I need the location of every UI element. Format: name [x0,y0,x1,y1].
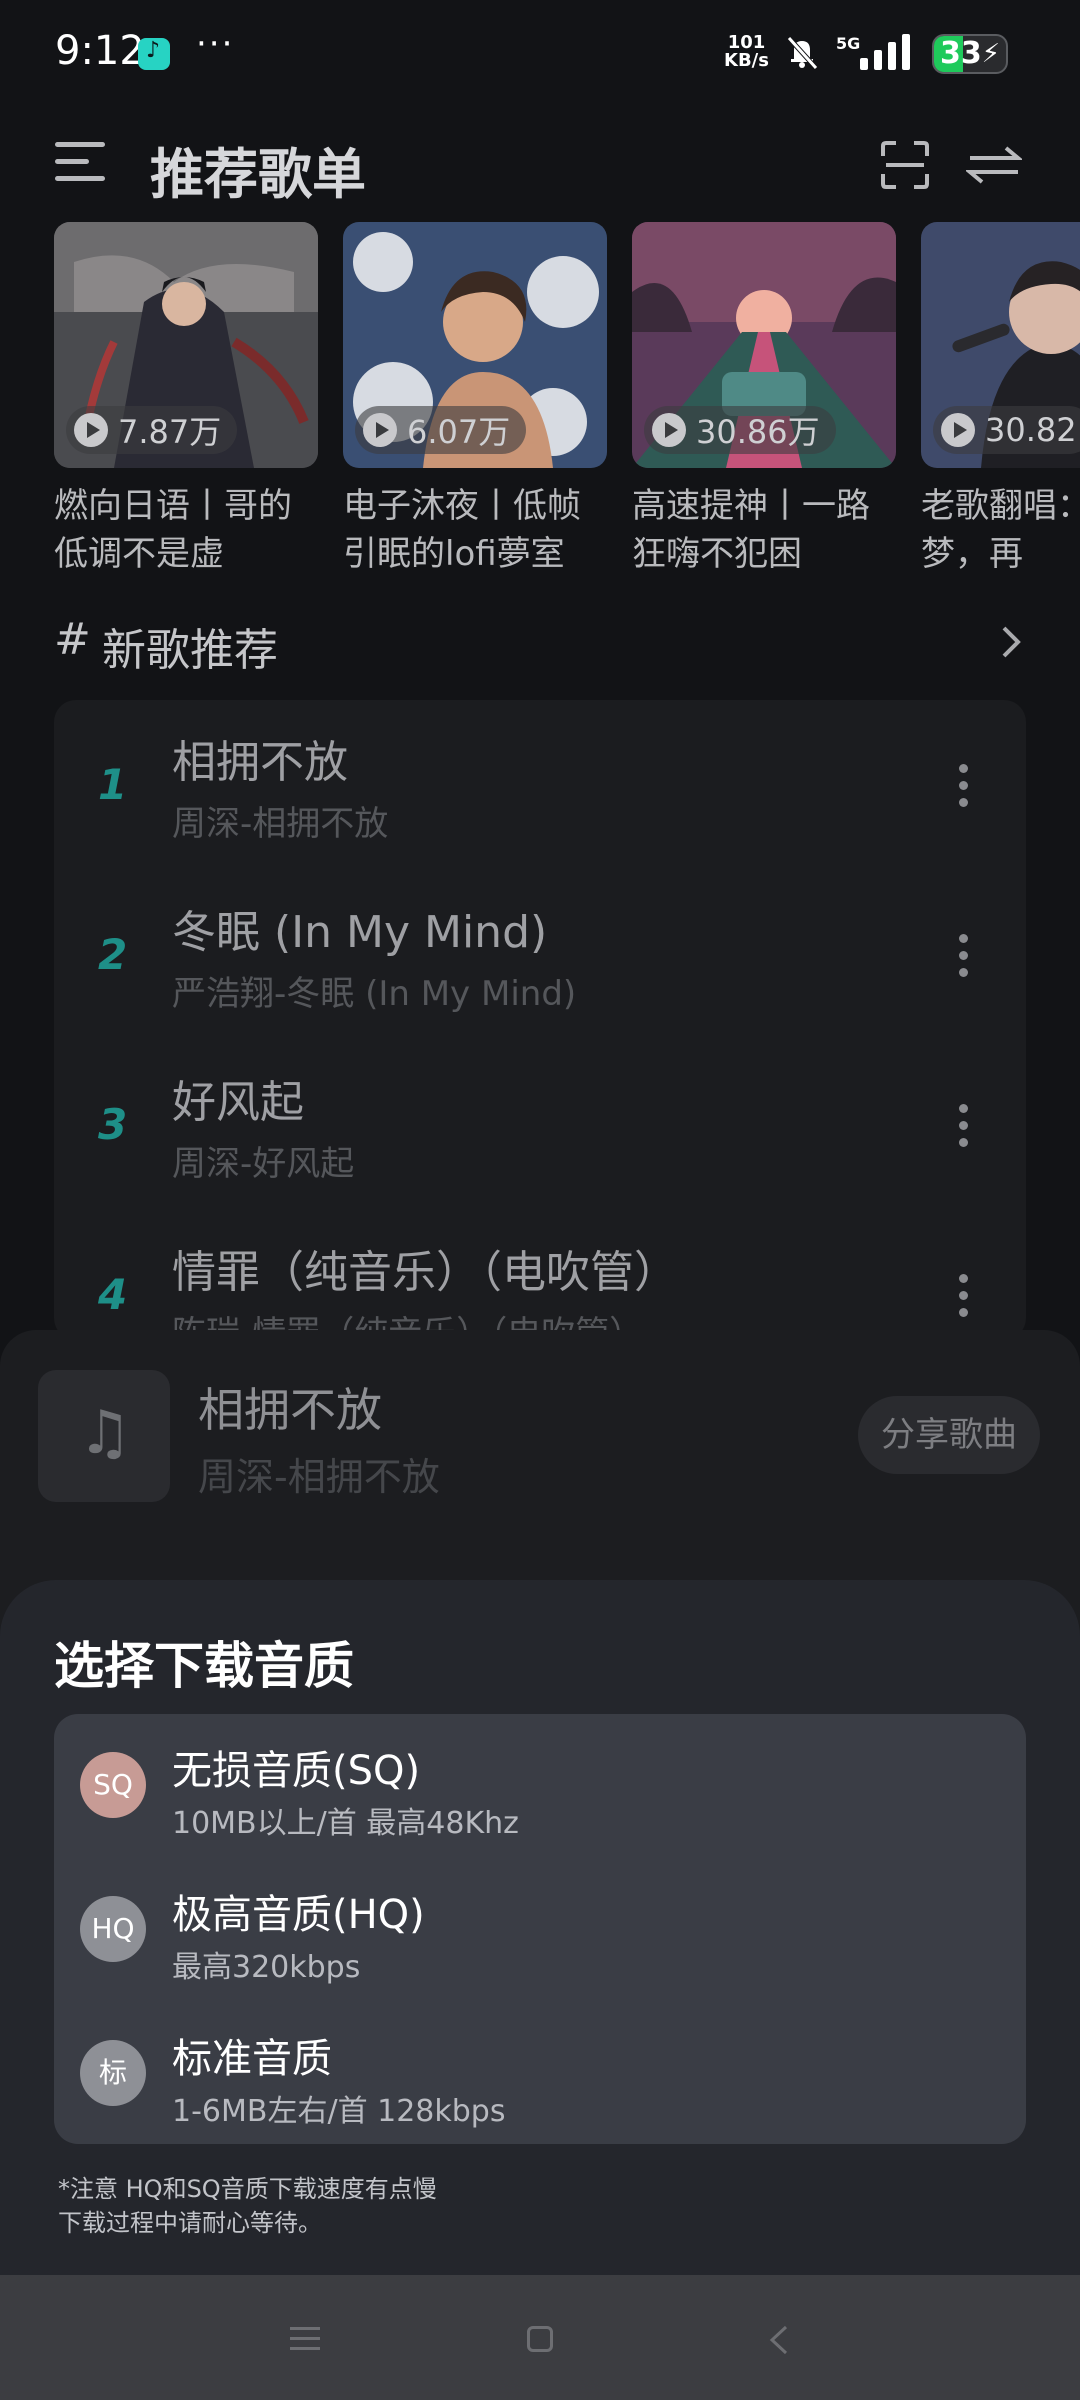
song-row[interactable]: 2 冬眠 (In My Mind) 严浩翔-冬眠 (In My Mind) [54,870,1026,1040]
quality-name: 无损音质(SQ) [172,1748,421,1794]
playlist-card[interactable]: 7.87万 燃向日语丨哥的低调不是虚 [54,222,318,578]
quality-description: 10MB以上/首 最高48Khz [172,1806,519,1841]
play-count: 7.87万 [118,413,222,451]
song-name: 相拥不放 [172,737,348,788]
quality-sheet-title: 选择下载音质 [54,1637,354,1695]
back-icon[interactable] [764,2323,794,2357]
quality-option-standard[interactable]: 标 标准音质 1-6MB左右/首 128kbps [54,2002,1026,2146]
song-rank: 1 [98,760,128,809]
more-vertical-icon[interactable] [956,764,970,808]
more-vertical-icon[interactable] [956,934,970,978]
song-name: 好风起 [172,1077,304,1128]
section-title: 新歌推荐 [102,625,278,676]
playlist-title: 老歌翻唱：旧时梦，再 [921,486,1080,574]
menu-icon[interactable] [55,142,105,186]
song-rank: 3 [98,1100,128,1149]
quality-description: 1-6MB左右/首 128kbps [172,2094,506,2129]
signal-icon [860,34,910,70]
play-icon [74,413,108,447]
song-rank: 4 [98,1270,128,1319]
new-songs-list: 1 相拥不放 周深-相拥不放 2 冬眠 (In My Mind) 严浩翔-冬眠 … [54,700,1026,1340]
playlist-cover: 30.82 [921,222,1080,468]
song-rank: 2 [98,930,128,979]
download-quality-sheet: 选择下载音质 SQ 无损音质(SQ) 10MB以上/首 最高48Khz HQ 极… [0,1580,1080,2275]
bell-muted-icon [787,36,818,70]
playlist-carousel[interactable]: 7.87万 燃向日语丨哥的低调不是虚 6.07万 电子沐夜丨低帧引眠的lofi夢… [54,222,1080,582]
quality-note-line: *注意 HQ和SQ音质下载速度有点慢 [58,2175,437,2203]
hash-icon: # [54,614,91,665]
song-name: 冬眠 (In My Mind) [172,907,548,958]
quality-name: 极高音质(HQ) [172,1892,425,1938]
recent-apps-icon[interactable] [290,2327,320,2351]
more-vertical-icon[interactable] [956,1104,970,1148]
playlist-cover: 6.07万 [343,222,607,468]
song-thumbnail: ♫ [38,1370,170,1502]
sheet-song-name: 相拥不放 [198,1383,382,1437]
home-icon[interactable] [527,2326,553,2352]
quality-description: 最高320kbps [172,1950,361,1985]
charging-icon: ⚡ [981,39,1000,69]
play-icon [652,413,686,447]
playlist-title: 燃向日语丨哥的低调不是虚 [54,486,292,574]
status-bar: 9:12 ··· 101 KB/s 5G 33 ⚡ [0,0,1080,110]
playlist-card[interactable]: 6.07万 电子沐夜丨低帧引眠的lofi夢室 [343,222,607,578]
play-count-badge: 7.87万 [66,406,238,454]
song-artist: 严浩翔-冬眠 (In My Mind) [172,974,577,1014]
standard-badge-icon: 标 [80,2040,146,2106]
play-icon [941,413,975,447]
song-row[interactable]: 3 好风起 周深-好风起 [54,1040,1026,1210]
quality-note-line: 下载过程中请耐心等待。 [58,2209,322,2237]
quality-option-hq[interactable]: HQ 极高音质(HQ) 最高320kbps [54,1858,1026,2002]
network-speed-unit: KB/s [724,50,769,71]
playlist-cover: 7.87万 [54,222,318,468]
playlist-card[interactable]: 30.86万 高速提神丨一路狂嗨不犯困 [632,222,896,578]
scan-icon[interactable] [880,140,930,190]
song-name: 情罪（纯音乐）（电吹管） [172,1247,678,1298]
switch-icon[interactable] [966,142,1022,188]
play-count: 30.86万 [696,413,820,451]
play-count-badge: 30.82 [933,406,1080,454]
song-row[interactable]: 1 相拥不放 周深-相拥不放 [54,700,1026,870]
music-note-icon: ♫ [78,1398,132,1468]
header: 推荐歌单 [0,110,1080,220]
chevron-right-icon[interactable] [996,622,1026,662]
page-title: 推荐歌单 [150,143,366,206]
new-songs-header[interactable]: # 新歌推荐 [54,612,1026,682]
song-artist: 周深-好风起 [172,1144,355,1184]
battery-icon: 33 ⚡ [932,34,1008,74]
battery-level: 33 [940,36,982,71]
playlist-title: 电子沐夜丨低帧引眠的lofi夢室 [343,486,581,574]
quality-option-sq[interactable]: SQ 无损音质(SQ) 10MB以上/首 最高48Khz [54,1714,1026,1858]
play-count-badge: 30.86万 [644,406,836,454]
play-icon [363,413,397,447]
app-screen: 9:12 ··· 101 KB/s 5G 33 ⚡ [0,0,1080,2400]
music-app-icon [138,38,170,70]
playlist-cover: 30.86万 [632,222,896,468]
play-count: 6.07万 [407,413,511,451]
playlist-title: 高速提神丨一路狂嗨不犯困 [632,486,870,574]
play-count: 30.82 [985,411,1077,449]
more-vertical-icon[interactable] [956,1274,970,1318]
hq-badge-icon: HQ [80,1896,146,1962]
share-song-button[interactable]: 分享歌曲 [858,1396,1040,1474]
system-navigation-bar [0,2275,1080,2400]
network-speed: 101 KB/s [724,34,769,70]
song-artist: 周深-相拥不放 [172,804,389,844]
quality-note: *注意 HQ和SQ音质下载速度有点慢 下载过程中请耐心等待。 [58,2172,437,2240]
song-row[interactable]: 4 情罪（纯音乐）（电吹管） 陈瑞-情罪（纯音乐）（电吹管） [54,1210,1026,1340]
sheet-song-artist: 周深-相拥不放 [198,1455,440,1499]
status-time: 9:12 [55,28,145,74]
playlist-card[interactable]: 30.82 老歌翻唱：旧时梦，再 [921,222,1080,578]
quality-name: 标准音质 [172,2036,332,2082]
more-notifications-icon: ··· [196,24,235,64]
quality-options-list: SQ 无损音质(SQ) 10MB以上/首 最高48Khz HQ 极高音质(HQ)… [54,1714,1026,2144]
play-count-badge: 6.07万 [355,406,527,454]
sq-badge-icon: SQ [80,1752,146,1818]
